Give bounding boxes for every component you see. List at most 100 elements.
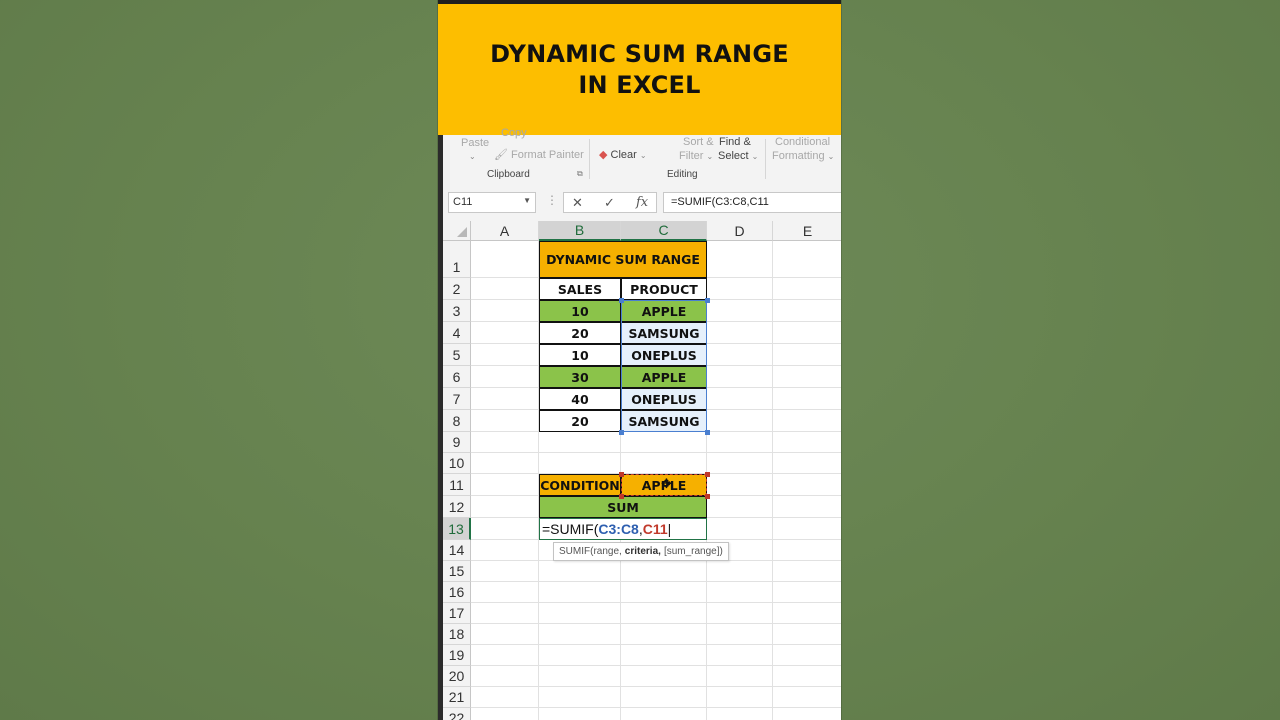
- row-header-7[interactable]: 7: [443, 388, 471, 410]
- cell-b21[interactable]: [539, 687, 621, 708]
- cell-e12[interactable]: [773, 496, 841, 518]
- cell-c16[interactable]: [621, 582, 707, 603]
- cell-d15[interactable]: [707, 561, 773, 582]
- cell-b22[interactable]: [539, 708, 621, 720]
- criteria-handle-2[interactable]: [619, 494, 624, 499]
- row-header-5[interactable]: 5: [443, 344, 471, 366]
- cell-d18[interactable]: [707, 624, 773, 645]
- cell-e18[interactable]: [773, 624, 841, 645]
- cell-d22[interactable]: [707, 708, 773, 720]
- worksheet-grid[interactable]: A B C D E 1 2 3 4 5 6 7 8 9 10 11 12 13 14 15 16 17 18 19 20 21 22…: [443, 221, 841, 720]
- cell-e4[interactable]: [773, 322, 841, 344]
- find-select-button[interactable]: Select ⌄: [718, 150, 758, 162]
- conditional-formatting-button[interactable]: Formatting ⌄: [772, 150, 834, 162]
- find-select-line1[interactable]: Find &: [719, 136, 751, 148]
- cell-b9[interactable]: [539, 432, 621, 453]
- cell-a17[interactable]: [471, 603, 539, 624]
- cell-b17[interactable]: [539, 603, 621, 624]
- cell-d4[interactable]: [707, 322, 773, 344]
- row-header-20[interactable]: 20: [443, 666, 471, 687]
- row-header-21[interactable]: 21: [443, 687, 471, 708]
- range-handle-1[interactable]: [705, 298, 710, 303]
- cell-e11[interactable]: [773, 474, 841, 496]
- cell-c15[interactable]: [621, 561, 707, 582]
- row-header-19[interactable]: 19: [443, 645, 471, 666]
- cell-a7[interactable]: [471, 388, 539, 410]
- row-header-6[interactable]: 6: [443, 366, 471, 388]
- row-header-8[interactable]: 8: [443, 410, 471, 432]
- cell-c21[interactable]: [621, 687, 707, 708]
- cell-e21[interactable]: [773, 687, 841, 708]
- cell-a15[interactable]: [471, 561, 539, 582]
- cell-e17[interactable]: [773, 603, 841, 624]
- row-header-17[interactable]: 17: [443, 603, 471, 624]
- cell-b18[interactable]: [539, 624, 621, 645]
- chevron-down-icon[interactable]: ▼: [523, 196, 531, 205]
- cell-a20[interactable]: [471, 666, 539, 687]
- cancel-icon[interactable]: ✕: [572, 195, 583, 211]
- row-header-4[interactable]: 4: [443, 322, 471, 344]
- row-header-12[interactable]: 12: [443, 496, 471, 518]
- insert-function-icon[interactable]: fx: [636, 195, 648, 210]
- criteria-handle-1[interactable]: [705, 472, 710, 477]
- cell-e5[interactable]: [773, 344, 841, 366]
- cell-e1[interactable]: [773, 241, 841, 278]
- range-handle-3[interactable]: [705, 430, 710, 435]
- row-header-1[interactable]: 1: [443, 241, 471, 278]
- cell-c18[interactable]: [621, 624, 707, 645]
- cell-e19[interactable]: [773, 645, 841, 666]
- cell-e15[interactable]: [773, 561, 841, 582]
- cell-e3[interactable]: [773, 300, 841, 322]
- cell-b19[interactable]: [539, 645, 621, 666]
- column-header-a[interactable]: A: [471, 221, 539, 241]
- cell-e22[interactable]: [773, 708, 841, 720]
- cell-c20[interactable]: [621, 666, 707, 687]
- table-title-cell[interactable]: DYNAMIC SUM RANGE: [539, 241, 707, 278]
- product-cell-c8[interactable]: SAMSUNG: [621, 410, 707, 432]
- sales-cell-b5[interactable]: 10: [539, 344, 621, 366]
- conditional-formatting-line1[interactable]: Conditional: [775, 136, 830, 148]
- cell-d21[interactable]: [707, 687, 773, 708]
- cell-a3[interactable]: [471, 300, 539, 322]
- row-header-18[interactable]: 18: [443, 624, 471, 645]
- cell-a22[interactable]: [471, 708, 539, 720]
- cell-a14[interactable]: [471, 540, 539, 561]
- product-cell-c3[interactable]: APPLE: [621, 300, 707, 322]
- cell-d13[interactable]: [707, 518, 773, 540]
- cell-e2[interactable]: [773, 278, 841, 300]
- drag-handle-icon[interactable]: ⋮: [546, 193, 558, 207]
- row-header-9[interactable]: 9: [443, 432, 471, 453]
- cell-d20[interactable]: [707, 666, 773, 687]
- cell-a4[interactable]: [471, 322, 539, 344]
- cell-a6[interactable]: [471, 366, 539, 388]
- sales-cell-b8[interactable]: 20: [539, 410, 621, 432]
- cell-e10[interactable]: [773, 453, 841, 474]
- cell-d6[interactable]: [707, 366, 773, 388]
- cell-d10[interactable]: [707, 453, 773, 474]
- cell-d2[interactable]: [707, 278, 773, 300]
- cell-b16[interactable]: [539, 582, 621, 603]
- row-header-2[interactable]: 2: [443, 278, 471, 300]
- range-handle-0[interactable]: [619, 298, 624, 303]
- cell-e13[interactable]: [773, 518, 841, 540]
- row-header-3[interactable]: 3: [443, 300, 471, 322]
- header-product-cell[interactable]: PRODUCT: [621, 278, 707, 300]
- cell-d11[interactable]: [707, 474, 773, 496]
- criteria-handle-3[interactable]: [705, 494, 710, 499]
- cell-e8[interactable]: [773, 410, 841, 432]
- cell-b15[interactable]: [539, 561, 621, 582]
- paste-dropdown-icon[interactable]: ⌄: [469, 152, 476, 161]
- cell-a13[interactable]: [471, 518, 539, 540]
- cell-c22[interactable]: [621, 708, 707, 720]
- cell-a18[interactable]: [471, 624, 539, 645]
- cell-e16[interactable]: [773, 582, 841, 603]
- cell-e9[interactable]: [773, 432, 841, 453]
- name-box[interactable]: C11 ▼: [448, 192, 536, 213]
- range-handle-2[interactable]: [619, 430, 624, 435]
- cell-c9[interactable]: [621, 432, 707, 453]
- cell-d1[interactable]: [707, 241, 773, 278]
- cell-e20[interactable]: [773, 666, 841, 687]
- product-cell-c4[interactable]: SAMSUNG: [621, 322, 707, 344]
- sales-cell-b4[interactable]: 20: [539, 322, 621, 344]
- select-all-corner[interactable]: [443, 221, 471, 241]
